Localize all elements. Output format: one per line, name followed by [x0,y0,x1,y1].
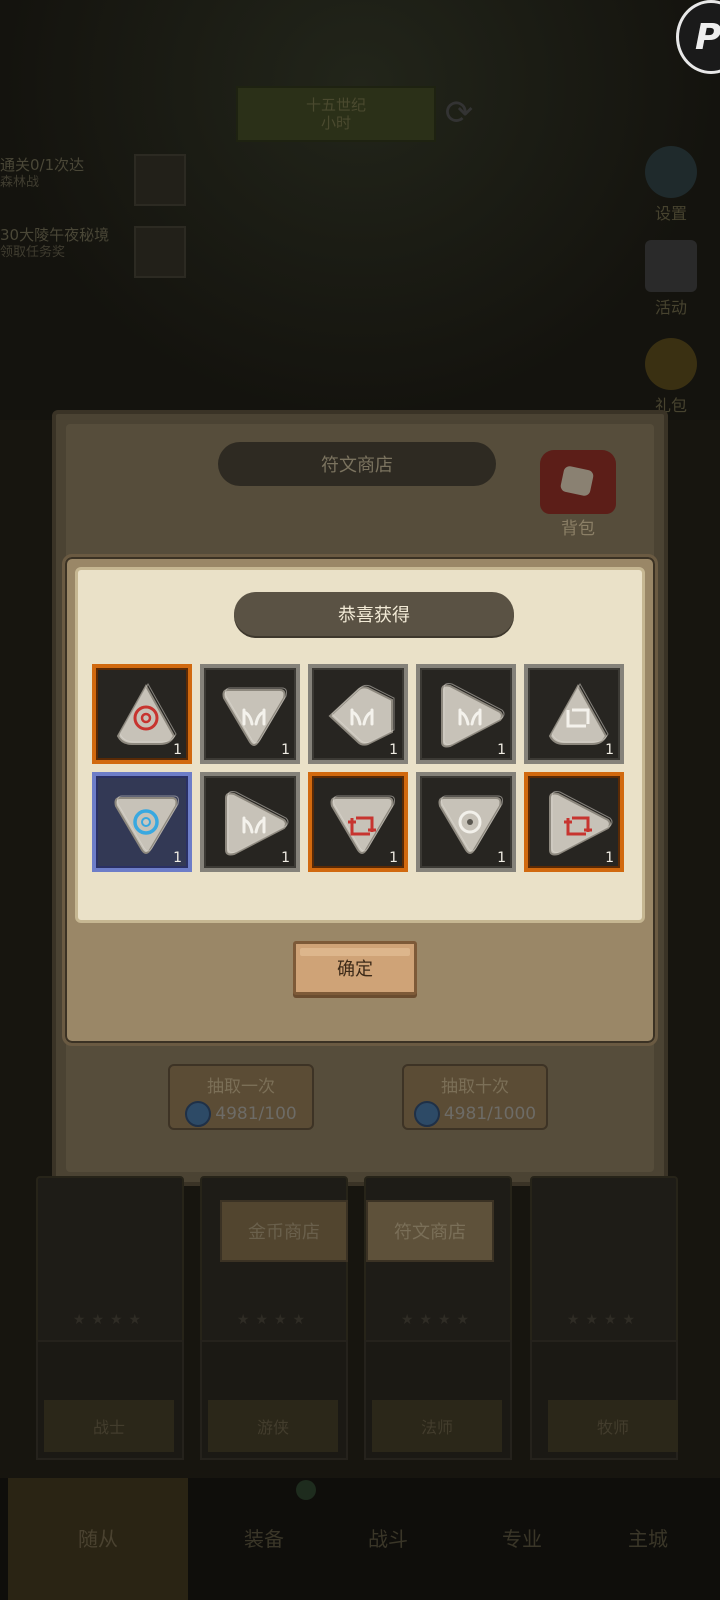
draw-ten-button: 抽取十次 4981/1000 [402,1064,548,1130]
gift-button: 礼包 [636,338,706,416]
item-count: 1 [281,850,290,866]
rune-stone-icon [330,795,395,854]
scenery [0,0,720,420]
rune-stone-icon [548,682,609,745]
task-title: 通关0/1次达 [0,156,85,174]
hero-stars: ★★★★ [400,1312,476,1328]
backpack-label: 背包 [561,519,595,539]
nav-battle: 战斗 [368,1527,408,1551]
reward-item-slot[interactable]: 1 [200,664,300,764]
rune-gem-icon [413,1101,440,1127]
reward-item-slot[interactable]: 1 [416,772,516,872]
draw-once-label: 抽取一次 [207,1077,275,1097]
nav-equipment: 装备 [244,1527,284,1551]
task-sub: 领取任务奖 [0,245,66,260]
task-reward-slot [134,154,186,206]
rune-stone-icon [549,791,613,856]
tab-gold-shop: 金币商店 [220,1200,348,1262]
hero-name: 牧师 [548,1400,678,1452]
item-count: 1 [605,850,614,866]
item-count: 1 [281,742,290,758]
reward-item-slot[interactable]: 1 [524,664,624,764]
hero-name: 法师 [372,1400,502,1452]
draw-once-cost: 4981/100 [170,1101,312,1127]
task-item: 通关0/1次达 森林战 [0,156,84,192]
task-sub: 森林战 [0,175,40,190]
rune-stone-icon [438,795,503,854]
item-count: 1 [173,742,182,758]
nav-main-city: 主城 [628,1527,668,1551]
reward-item-slot[interactable]: 1 [200,772,300,872]
hero-name: 战士 [44,1400,174,1452]
task-reward-slot [134,226,186,278]
draw-once-cost-text: 4981/100 [215,1104,297,1124]
activity-label: 活动 [654,298,687,317]
gear-icon [645,146,697,198]
draw-ten-label: 抽取十次 [441,1077,509,1097]
rune-stone-icon [441,683,505,748]
notification-dot [296,1480,316,1500]
assistant-glyph: P [695,17,720,58]
rune-gem-icon [185,1101,212,1127]
confirm-label: 确定 [337,959,373,980]
activity-button: 活动 [636,240,706,318]
settings-label: 设置 [654,204,687,223]
gift-icon [645,338,697,390]
item-count: 1 [497,850,506,866]
hero-stars: ★★★★ [72,1312,148,1328]
item-count: 1 [389,850,398,866]
reward-title: 恭喜获得 [234,592,514,636]
reward-item-slot[interactable]: 1 [416,664,516,764]
hero-stars: ★★★★ [236,1312,312,1328]
item-count: 1 [605,742,614,758]
reward-dialog: 恭喜获得 1 1 1 1 1 1 1 1 1 1 确定 [62,554,658,1046]
rune-stone-icon [225,791,289,856]
hero-stars: ★★★★ [566,1312,642,1328]
quest-banner: 十五世纪 小时 [236,86,436,142]
task-item: 30大陵午夜秘境 领取任务奖 [0,226,109,262]
draw-ten-cost-text: 4981/1000 [443,1104,537,1124]
hero-name: 游侠 [208,1400,338,1452]
reward-item-slot[interactable]: 1 [92,664,192,764]
nav-followers: 随从 [8,1478,188,1600]
nav-profession: 专业 [502,1527,542,1551]
reward-item-slot[interactable]: 1 [308,664,408,764]
item-count: 1 [389,742,398,758]
hero-card: ★★★★ [36,1176,184,1346]
shop-title: 符文商店 [218,442,496,486]
reward-item-slot[interactable]: 1 [524,772,624,872]
rune-stone-icon [328,684,395,746]
reward-item-slot[interactable]: 1 [92,772,192,872]
confirm-button[interactable]: 确定 [293,941,417,995]
draw-once-button: 抽取一次 4981/100 [168,1064,314,1130]
item-count: 1 [173,850,182,866]
refresh-icon: ⟳ [444,93,474,133]
backpack-button: 背包 [538,450,618,539]
item-count: 1 [497,742,506,758]
quest-banner-line2: 小时 [320,114,351,132]
hero-card: ★★★★ [530,1176,678,1346]
task-title: 30大陵午夜秘境 [0,226,110,244]
reward-frame: 恭喜获得 1 1 1 1 1 1 1 1 1 1 [75,567,645,923]
backpack-icon [540,450,616,514]
rune-stone-icon [116,682,177,745]
rune-stone-icon [114,795,179,854]
tab-rune-shop: 符文商店 [366,1200,494,1262]
draw-ten-cost: 4981/1000 [404,1101,546,1127]
reward-item-slot[interactable]: 1 [308,772,408,872]
settings-button: 设置 [636,146,706,224]
rune-stone-icon [222,687,287,746]
calendar-icon [645,240,697,292]
quest-banner-line1: 十五世纪 [305,96,366,114]
